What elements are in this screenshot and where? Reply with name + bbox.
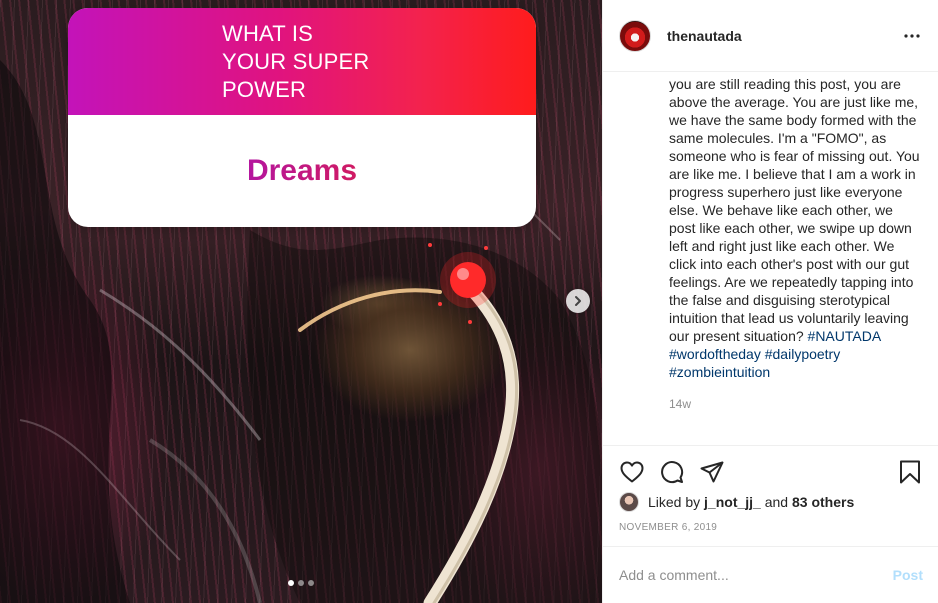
carousel-dot [308, 580, 314, 586]
bookmark-icon [900, 460, 920, 483]
caption: you are still reading this post, you are… [669, 75, 923, 381]
likes-prefix: Liked by [648, 494, 701, 510]
save-button[interactable] [897, 459, 923, 485]
like-button[interactable] [619, 459, 645, 485]
post-media[interactable]: WHAT IS YOUR SUPER POWER Dreams [0, 0, 602, 603]
heart-icon [620, 461, 644, 482]
carousel-dot [298, 580, 304, 586]
avatar[interactable] [619, 19, 651, 52]
likes-connector: and [764, 494, 789, 510]
share-icon [700, 461, 724, 482]
likes-others-link[interactable]: 83 others [792, 494, 854, 510]
hashtag-link[interactable]: #wordoftheday [669, 346, 761, 362]
post-details-panel: thenautada you are still reading this po… [602, 0, 938, 603]
question-text: WHAT IS YOUR SUPER POWER [222, 20, 370, 102]
caption-timestamp[interactable]: 14w [669, 397, 923, 411]
carousel-indicator [288, 580, 314, 586]
comment-button[interactable] [659, 459, 685, 485]
action-bar [603, 445, 938, 497]
chevron-right-icon [575, 296, 581, 306]
post-date[interactable]: NOVEMBER 6, 2019 [619, 522, 717, 533]
answer-area: Dreams [68, 115, 536, 227]
carousel-dot [288, 580, 294, 586]
post-comment-button[interactable]: Post [893, 567, 923, 583]
answer-text: Dreams [246, 154, 358, 187]
comment-form: Post [603, 546, 938, 603]
comment-input[interactable] [619, 567, 893, 583]
share-button[interactable] [699, 459, 725, 485]
more-options-button[interactable] [902, 26, 922, 46]
caption-scroll-area[interactable]: you are still reading this post, you are… [603, 73, 938, 445]
hashtag-link[interactable]: #dailypoetry [765, 346, 841, 362]
likes-summary: Liked by j_not_jj_ and 83 others [619, 492, 854, 512]
comment-icon [661, 460, 684, 483]
liker-username[interactable]: j_not_jj_ [704, 494, 761, 510]
next-button[interactable] [566, 289, 590, 313]
hashtag-link[interactable]: #zombieintuition [669, 364, 770, 380]
liker-avatar[interactable] [619, 492, 639, 512]
hashtag-link[interactable]: #NAUTADA [808, 328, 881, 344]
question-header: WHAT IS YOUR SUPER POWER [68, 8, 536, 115]
more-horizontal-icon [904, 34, 920, 38]
caption-body: you are still reading this post, you are… [669, 76, 920, 344]
username-link[interactable]: thenautada [667, 28, 742, 44]
post-header: thenautada [603, 0, 938, 72]
story-question-sticker: WHAT IS YOUR SUPER POWER Dreams [68, 8, 536, 227]
